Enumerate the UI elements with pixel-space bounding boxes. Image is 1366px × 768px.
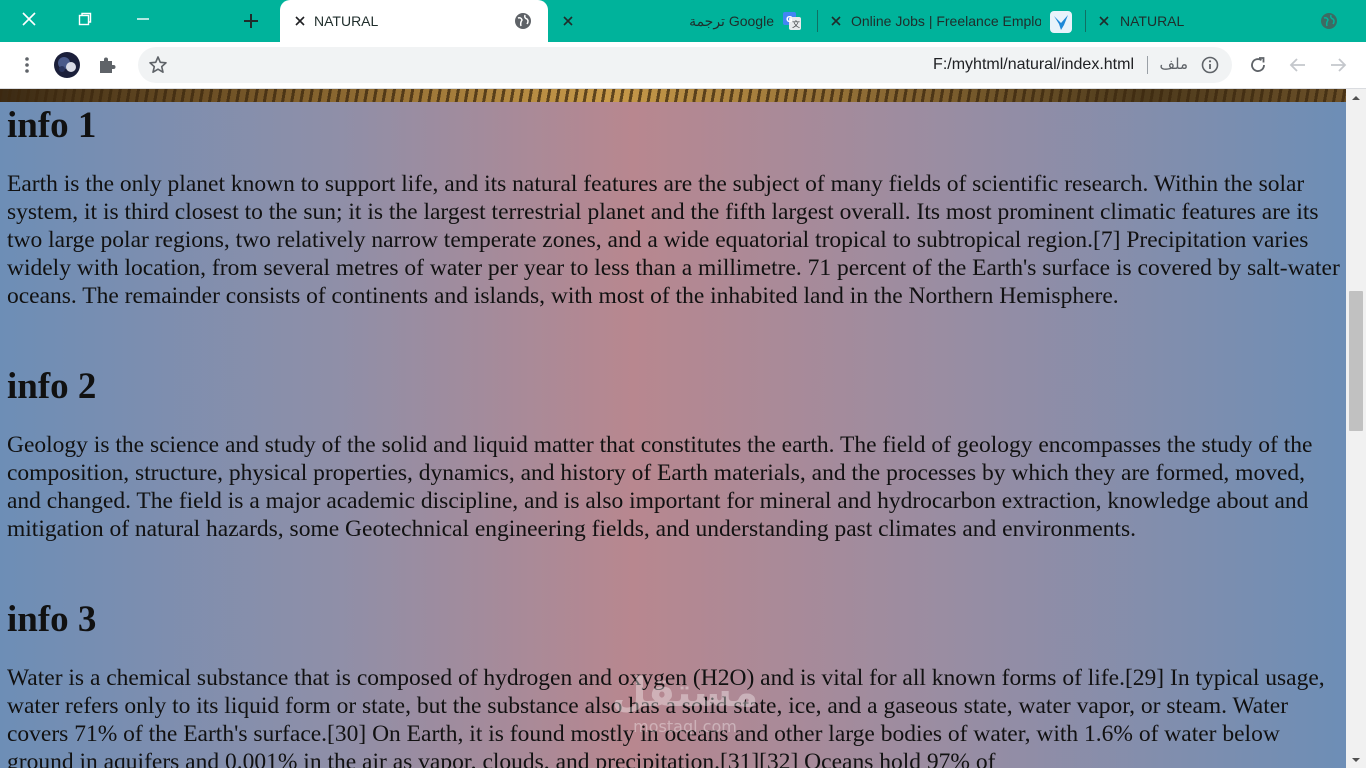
section-heading: info 1 xyxy=(7,105,97,146)
arrow-left-icon[interactable] xyxy=(1283,50,1313,80)
tab-close-icon[interactable] xyxy=(560,13,576,29)
nature-banner-image xyxy=(0,89,1346,102)
tab-separator xyxy=(1085,10,1086,32)
mostaql-watermark: مستقل mostaql.com xyxy=(590,669,780,759)
page-viewport: info 1 Earth is the only planet known to… xyxy=(0,89,1346,768)
scroll-up-arrow-icon[interactable] xyxy=(1346,89,1366,106)
section-heading: info 2 xyxy=(7,366,97,407)
info-icon[interactable] xyxy=(1200,55,1220,75)
tab-title: Online Jobs | Freelance Employment xyxy=(851,13,1041,29)
scrollbar-thumb[interactable] xyxy=(1349,291,1363,431)
vertical-scrollbar[interactable] xyxy=(1346,89,1366,768)
tab-title: Google ترجمة xyxy=(689,12,774,29)
new-tab-button[interactable] xyxy=(236,6,266,36)
tab-close-icon[interactable] xyxy=(292,13,308,29)
browser-toolbar: F:/myhtml/natural/index.html ملف xyxy=(0,42,1366,89)
watermark-logo-text: مستقل xyxy=(611,670,759,716)
tab-separator xyxy=(817,10,818,32)
url-text[interactable]: F:/myhtml/natural/index.html xyxy=(933,56,1134,74)
window-minimize-icon[interactable] xyxy=(128,6,158,32)
puzzle-icon[interactable] xyxy=(92,50,122,80)
address-bar[interactable]: F:/myhtml/natural/index.html ملف xyxy=(138,47,1232,83)
star-icon[interactable] xyxy=(146,53,170,77)
globe-icon xyxy=(1320,12,1338,33)
section-heading: info 3 xyxy=(7,599,97,640)
tab-title: NATURAL xyxy=(1120,13,1185,29)
window-close-icon[interactable] xyxy=(14,6,44,32)
section-paragraph: Earth is the only planet known to suppor… xyxy=(7,171,1340,309)
arrow-right-icon[interactable] xyxy=(1323,50,1353,80)
window-restore-icon[interactable] xyxy=(70,6,100,32)
tab-close-icon[interactable] xyxy=(1096,13,1112,29)
tab-close-icon[interactable] xyxy=(828,13,844,29)
bird-logo-icon xyxy=(1050,11,1072,36)
security-label[interactable]: ملف xyxy=(1159,55,1188,73)
globe-icon xyxy=(514,12,532,33)
profile-avatar[interactable] xyxy=(52,50,82,80)
tab-strip: NATURAL Google ترجمة G文 Online Jobs | Fr… xyxy=(0,0,1366,42)
tab-natural-active[interactable]: NATURAL xyxy=(280,0,548,42)
svg-text:文: 文 xyxy=(792,19,800,29)
scroll-down-arrow-icon[interactable] xyxy=(1346,751,1366,768)
plus-icon xyxy=(244,14,258,28)
section-paragraph: Geology is the science and study of the … xyxy=(7,432,1313,542)
tab-title: NATURAL xyxy=(314,13,379,29)
tab-google-translate[interactable]: Google ترجمة G文 xyxy=(552,0,816,42)
tab-freelance-jobs[interactable]: Online Jobs | Freelance Employment xyxy=(820,0,1084,42)
watermark-url: mostaql.com xyxy=(633,717,737,736)
reload-icon[interactable] xyxy=(1243,50,1273,80)
tab-natural[interactable]: NATURAL xyxy=(1088,0,1348,42)
address-divider xyxy=(1147,56,1148,74)
google-translate-icon: G文 xyxy=(782,11,802,34)
kebab-menu-icon[interactable] xyxy=(12,50,42,80)
